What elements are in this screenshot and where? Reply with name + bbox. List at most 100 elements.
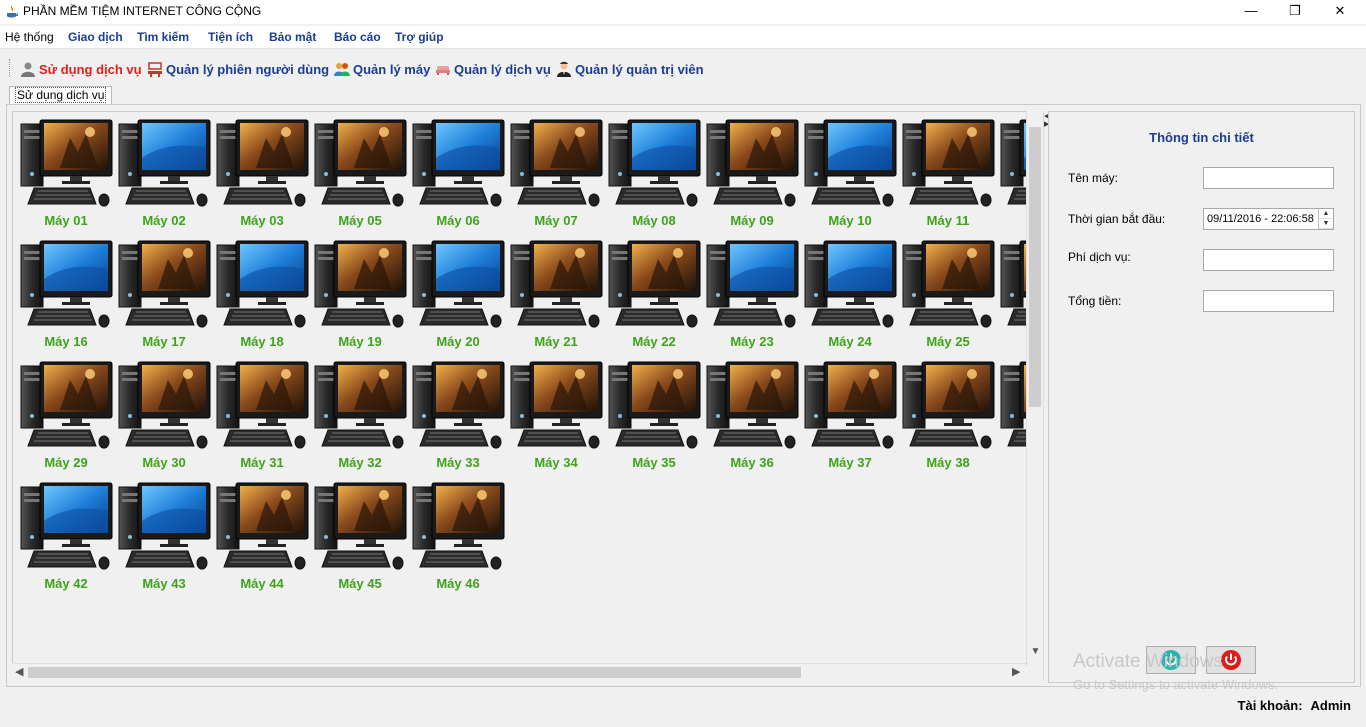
computer-icon bbox=[706, 361, 799, 449]
machine-tile[interactable]: Máy 31 bbox=[216, 354, 310, 475]
toolbar-quan-ly-quan-tri-vien[interactable]: Quản lý quản trị viên bbox=[556, 59, 704, 79]
machine-tile[interactable]: Máy 07 bbox=[510, 112, 604, 233]
machine-tile[interactable]: Máy 30 bbox=[118, 354, 212, 475]
computer-icon bbox=[216, 240, 309, 328]
machine-tile[interactable]: Máy 17 bbox=[118, 233, 212, 354]
machine-label: Máy 32 bbox=[338, 455, 382, 470]
menu-he-thong[interactable]: Hệ thống bbox=[5, 30, 54, 44]
machine-tile[interactable]: Máy 01 bbox=[20, 112, 114, 233]
scroll-left-arrow-icon[interactable]: ◀ bbox=[15, 665, 23, 678]
menu-tim-kiem[interactable]: Tìm kiếm bbox=[137, 30, 189, 44]
menu-tro-giup[interactable]: Trợ giúp bbox=[395, 30, 444, 44]
toolbar-su-dung-dich-vu[interactable]: Sử dụng dịch vụ bbox=[20, 59, 142, 79]
machine-label: Máy 01 bbox=[44, 213, 88, 228]
machine-tile[interactable]: Máy 23 bbox=[706, 233, 800, 354]
machine-tile[interactable]: Máy 09 bbox=[706, 112, 800, 233]
computer-icon bbox=[1000, 361, 1026, 447]
machine-label: Máy 23 bbox=[730, 334, 774, 349]
machine-tile[interactable]: Máy 08 bbox=[608, 112, 702, 233]
machine-label: Máy 35 bbox=[632, 455, 676, 470]
total-field[interactable] bbox=[1203, 290, 1334, 312]
toolbar-label: Quản lý phiên người dùng bbox=[166, 61, 330, 77]
toolbar-quan-ly-may[interactable]: Quản lý máy bbox=[334, 59, 430, 79]
computer-icon bbox=[118, 119, 211, 207]
toolbar-grip[interactable] bbox=[9, 59, 13, 77]
menu-bao-mat[interactable]: Bảo mật bbox=[269, 30, 316, 44]
horizontal-scroll-thumb[interactable] bbox=[28, 667, 801, 678]
menu-bao-cao[interactable]: Báo cáo bbox=[334, 30, 381, 44]
machine-tile[interactable]: Máy 46 bbox=[412, 475, 506, 596]
machine-tile[interactable]: Máy 24 bbox=[804, 233, 898, 354]
minimize-button[interactable]: — bbox=[1228, 0, 1274, 24]
machine-tile[interactable]: M bbox=[1000, 233, 1026, 354]
computer-icon bbox=[412, 119, 505, 207]
vertical-scrollbar[interactable]: ▼ bbox=[1026, 111, 1044, 663]
toolbar-quan-ly-phien[interactable]: Quản lý phiên người dùng bbox=[147, 59, 329, 79]
users-icon bbox=[334, 63, 350, 76]
restore-button[interactable]: ❐ bbox=[1272, 0, 1318, 24]
machine-tile[interactable]: Máy 43 bbox=[118, 475, 212, 596]
total-label: Tổng tiền: bbox=[1068, 294, 1122, 308]
tab-su-dung-dich-vu[interactable]: Sử dụng dịch vụ bbox=[9, 86, 113, 105]
start-time-label: Thời gian bắt đầu: bbox=[1068, 212, 1166, 226]
menu-giao-dich[interactable]: Giao dịch bbox=[68, 30, 123, 44]
computer-icon bbox=[804, 119, 897, 207]
horizontal-scrollbar[interactable]: ◀ ▶ bbox=[12, 663, 1026, 681]
machine-label: Máy 05 bbox=[338, 213, 382, 228]
machine-tile[interactable]: Máy 18 bbox=[216, 233, 310, 354]
machine-tile[interactable]: Máy 05 bbox=[314, 112, 408, 233]
machine-tile[interactable]: Máy 38 bbox=[902, 354, 996, 475]
computer-icon bbox=[608, 119, 701, 207]
machine-label: Máy 08 bbox=[632, 213, 676, 228]
computer-icon bbox=[314, 119, 407, 207]
spinner-down-icon[interactable]: ▼ bbox=[1319, 219, 1333, 229]
power-off-icon bbox=[1221, 650, 1241, 670]
toolbar-label: Quản lý quản trị viên bbox=[575, 61, 704, 77]
toolbar-quan-ly-dich-vu[interactable]: Quản lý dịch vụ bbox=[435, 59, 551, 79]
machine-tile[interactable]: Máy 10 bbox=[804, 112, 898, 233]
machine-tile[interactable]: Máy 11 bbox=[902, 112, 996, 233]
machine-tile[interactable]: Máy 22 bbox=[608, 233, 702, 354]
service-fee-field[interactable] bbox=[1203, 249, 1334, 271]
computer-icon bbox=[902, 240, 995, 328]
machine-tile[interactable]: Máy 37 bbox=[804, 354, 898, 475]
scroll-down-arrow-icon[interactable]: ▼ bbox=[1027, 646, 1044, 657]
machine-tile[interactable]: Máy 32 bbox=[314, 354, 408, 475]
machine-tile[interactable]: Máy 35 bbox=[608, 354, 702, 475]
close-button[interactable]: ✕ bbox=[1317, 0, 1363, 24]
machine-tile[interactable]: Máy 19 bbox=[314, 233, 408, 354]
machine-tile[interactable]: Máy 21 bbox=[510, 233, 604, 354]
machine-tile[interactable]: Máy 06 bbox=[412, 112, 506, 233]
machine-label: Máy 17 bbox=[142, 334, 186, 349]
machine-tile[interactable]: Máy 36 bbox=[706, 354, 800, 475]
computer-icon bbox=[314, 240, 407, 328]
computer-icon bbox=[706, 119, 799, 207]
menu-tien-ich[interactable]: Tiện ích bbox=[208, 30, 253, 44]
machine-tile[interactable]: Máy 45 bbox=[314, 475, 408, 596]
menu-bar: Hệ thống Giao dịch Tìm kiếm Tiện ích Bảo… bbox=[0, 26, 1366, 49]
machine-tile[interactable]: Máy 29 bbox=[20, 354, 114, 475]
machine-tile[interactable]: Máy 42 bbox=[20, 475, 114, 596]
machine-tile[interactable]: Máy 33 bbox=[412, 354, 506, 475]
machine-tile[interactable]: Máy 02 bbox=[118, 112, 212, 233]
machine-tile[interactable]: M bbox=[1000, 354, 1026, 475]
machine-tile[interactable]: Máy 25 bbox=[902, 233, 996, 354]
machine-name-field[interactable] bbox=[1203, 167, 1334, 189]
machine-label: Máy 24 bbox=[828, 334, 872, 349]
detail-panel: Thông tin chi tiết Tên máy: Thời gian bắ… bbox=[1048, 111, 1355, 683]
machine-tile[interactable]: M bbox=[1000, 112, 1026, 233]
machine-tile[interactable]: Máy 44 bbox=[216, 475, 310, 596]
machine-label: Máy 46 bbox=[436, 576, 480, 591]
computer-icon bbox=[20, 240, 113, 328]
vertical-scroll-thumb[interactable] bbox=[1029, 127, 1041, 407]
machine-tile[interactable]: Máy 16 bbox=[20, 233, 114, 354]
machine-tile[interactable]: Máy 20 bbox=[412, 233, 506, 354]
status-bar: Tài khoản: Admin bbox=[1238, 698, 1351, 713]
spinner-up-icon[interactable]: ▲ bbox=[1319, 209, 1333, 219]
machine-tile[interactable]: Máy 34 bbox=[510, 354, 604, 475]
start-time-spinner[interactable]: 09/11/2016 - 22:06:58 ▲ ▼ bbox=[1203, 208, 1334, 230]
machine-label: M bbox=[1000, 213, 1026, 228]
machine-tile[interactable]: Máy 03 bbox=[216, 112, 310, 233]
start-time-value[interactable]: 09/11/2016 - 22:06:58 bbox=[1207, 213, 1314, 225]
scroll-right-arrow-icon[interactable]: ▶ bbox=[1012, 665, 1020, 678]
